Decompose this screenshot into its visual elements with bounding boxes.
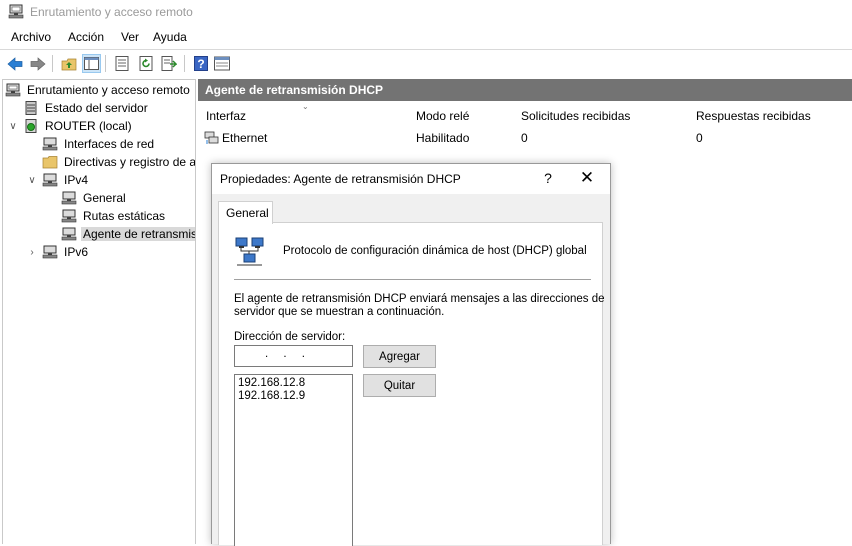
list-item[interactable]: 192.168.12.8 <box>238 377 305 389</box>
export-list-icon[interactable] <box>159 54 178 73</box>
sort-indicator-icon: ⌄ <box>302 102 309 111</box>
toolbar-separator <box>184 55 185 72</box>
protocol-icon <box>61 227 77 241</box>
svg-text:?: ? <box>197 57 204 71</box>
tree-node-dhcp-relay[interactable]: Agente de retransmisi <box>61 225 195 243</box>
dialog-title: Propiedades: Agente de retransmisión DHC… <box>220 172 461 186</box>
tab-general[interactable]: General <box>218 201 273 224</box>
server-green-icon <box>23 119 39 133</box>
server-status-icon <box>23 101 39 115</box>
dialog-heading: Protocolo de configuración dinámica de h… <box>283 245 587 257</box>
tree-node-root[interactable]: Enrutamiento y acceso remoto <box>5 81 192 99</box>
server-list[interactable]: 192.168.12.8 192.168.12.9 <box>234 374 353 546</box>
tree-node-static-routes[interactable]: Rutas estáticas <box>61 207 167 225</box>
description-line-1: El agente de retransmisión DHCP enviará … <box>234 293 605 305</box>
tree-node-router[interactable]: ∨ ROUTER (local) <box>7 117 134 135</box>
tree-label: Estado del servidor <box>45 101 148 115</box>
network-interface-icon <box>42 137 58 151</box>
properties-icon[interactable] <box>112 54 131 73</box>
cell-mode: Habilitado <box>416 131 470 145</box>
cell-responses: 0 <box>696 131 703 145</box>
protocol-icon <box>42 245 58 259</box>
menu-ver[interactable]: Ver <box>121 30 139 44</box>
column-header-interface[interactable]: Interfaz <box>206 109 246 123</box>
tree-node-ipv4[interactable]: ∨ IPv4 <box>26 171 90 189</box>
dialog-title-bar: Propiedades: Agente de retransmisión DHC… <box>212 164 610 194</box>
chevron-down-icon[interactable]: ∨ <box>7 121 19 132</box>
chevron-down-icon[interactable]: ∨ <box>26 175 38 186</box>
window-title: Enrutamiento y acceso remoto <box>30 5 193 19</box>
tree-label: Interfaces de red <box>64 137 155 151</box>
protocol-icon <box>61 191 77 205</box>
console-icon[interactable] <box>212 54 231 73</box>
add-button[interactable]: Agregar <box>363 345 436 368</box>
menu-archivo[interactable]: Archivo <box>11 30 51 44</box>
properties-dialog: Propiedades: Agente de retransmisión DHC… <box>211 163 611 546</box>
console-tree: Enrutamiento y acceso remoto Estado del … <box>2 79 196 544</box>
routing-icon <box>5 83 21 97</box>
tree-node-ipv6[interactable]: › IPv6 <box>26 243 90 261</box>
tree-label: Directivas y registro de a <box>64 155 196 169</box>
cell-requests: 0 <box>521 131 528 145</box>
ip-address-input[interactable]: . . . <box>234 345 353 367</box>
tree-label: Agente de retransmisi <box>81 227 195 241</box>
pane-title: Agente de retransmisión DHCP <box>198 79 852 101</box>
description-line-2: servidor que se muestran a continuación. <box>234 306 445 318</box>
chevron-right-icon[interactable]: › <box>26 247 38 258</box>
tree-label: Enrutamiento y acceso remoto <box>27 83 190 97</box>
toolbar: ? <box>0 49 852 76</box>
folder-icon <box>42 155 58 169</box>
tree-node-policies[interactable]: Directivas y registro de a <box>42 153 196 171</box>
cell-interface: Ethernet <box>222 131 268 145</box>
help-button[interactable]: ? <box>538 170 558 186</box>
menu-bar: Archivo Acción Ver Ayuda <box>0 28 852 48</box>
column-header-requests[interactable]: Solicitudes recibidas <box>521 109 630 123</box>
protocol-icon <box>61 209 77 223</box>
tree-label: Rutas estáticas <box>83 209 166 223</box>
tree-label: General <box>83 191 126 205</box>
back-arrow-icon[interactable] <box>5 54 24 73</box>
tree-node-interfaces[interactable]: Interfaces de red <box>42 135 156 153</box>
tree-label: IPv6 <box>64 245 89 259</box>
column-header-responses[interactable]: Respuestas recibidas <box>696 109 811 123</box>
protocol-icon <box>42 173 58 187</box>
table-row[interactable]: Ethernet Habilitado 0 0 <box>198 129 852 149</box>
toolbar-separator <box>105 55 106 72</box>
toolbar-separator <box>52 55 53 72</box>
tree-label: IPv4 <box>64 173 89 187</box>
title-bar: Enrutamiento y acceso remoto <box>0 0 852 24</box>
menu-ayuda[interactable]: Ayuda <box>153 30 187 44</box>
app-icon <box>8 4 24 19</box>
tab-panel: Protocolo de configuración dinámica de h… <box>218 222 605 546</box>
column-header-mode[interactable]: Modo relé <box>416 109 469 123</box>
ip-address-dots: . . . <box>265 348 311 360</box>
menu-accion[interactable]: Acción <box>68 30 104 44</box>
tree-node-server-status[interactable]: Estado del servidor <box>23 99 150 117</box>
network-adapter-icon <box>204 131 219 145</box>
refresh-icon[interactable] <box>136 54 155 73</box>
list-item[interactable]: 192.168.12.9 <box>238 390 305 402</box>
forward-arrow-icon[interactable] <box>28 54 47 73</box>
tree-label: ROUTER (local) <box>45 119 132 133</box>
help-icon[interactable]: ? <box>191 54 210 73</box>
remove-button[interactable]: Quitar <box>363 374 436 397</box>
separator <box>234 279 591 280</box>
server-address-label: Dirección de servidor: <box>234 331 346 343</box>
close-icon[interactable]: ✕ <box>577 168 597 188</box>
dhcp-network-icon <box>234 236 268 268</box>
up-folder-icon[interactable] <box>59 54 78 73</box>
show-hide-tree-icon[interactable] <box>82 54 101 73</box>
tree-node-general[interactable]: General <box>61 189 128 207</box>
